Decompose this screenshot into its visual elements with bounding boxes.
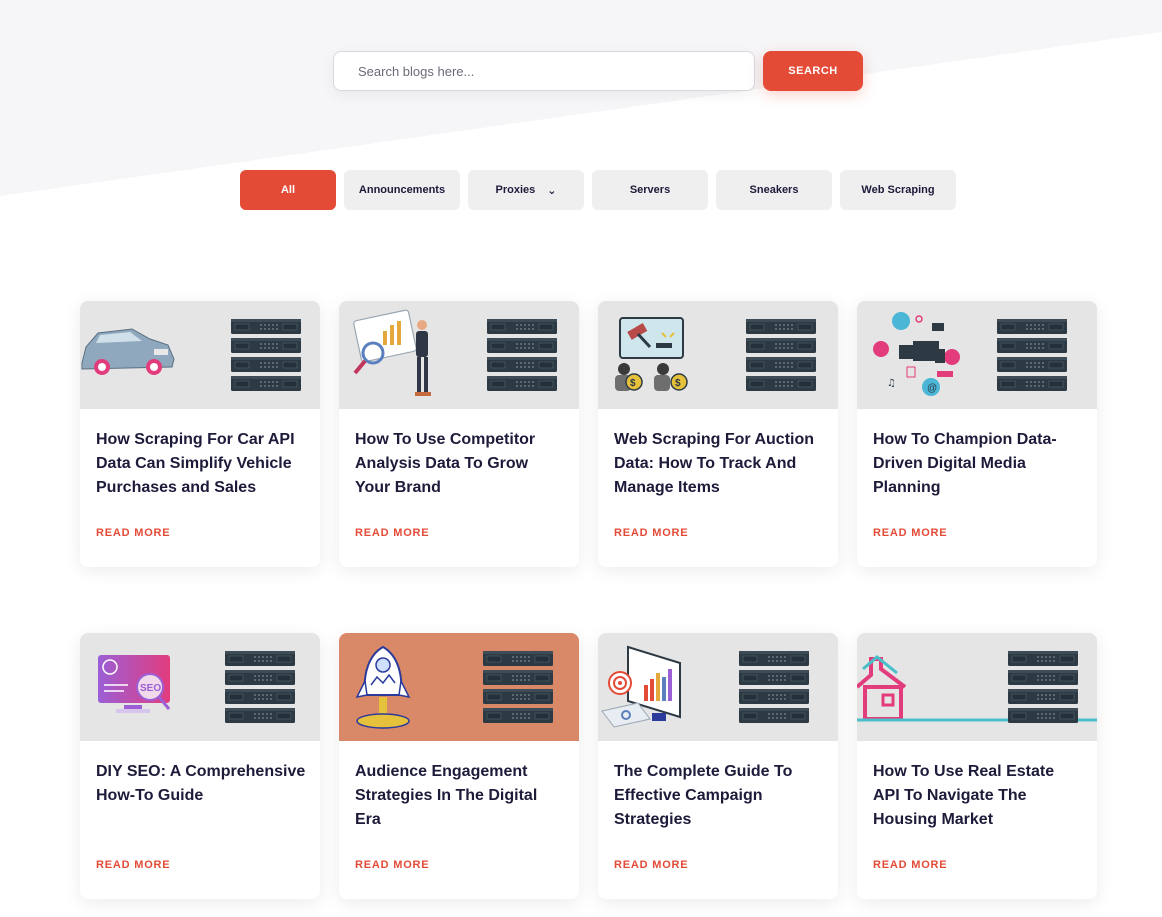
blog-thumbnail: @ ♫ <box>857 301 1097 409</box>
blog-thumbnail <box>339 301 579 409</box>
filter-proxies[interactable]: Proxies ⌄ <box>468 170 584 210</box>
blog-title[interactable]: Web Scraping For Auction Data: How To Tr… <box>614 428 824 500</box>
car-icon <box>81 328 175 375</box>
filter-web-scraping[interactable]: Web Scraping <box>840 170 956 210</box>
blog-title[interactable]: How To Use Real Estate API To Navigate T… <box>873 760 1083 832</box>
digital-media-icon: @ ♫ <box>873 312 960 396</box>
blog-card[interactable]: How To Use Real Estate API To Navigate T… <box>857 633 1097 899</box>
blog-thumbnail <box>857 633 1097 741</box>
blog-thumbnail <box>598 633 838 741</box>
rocket-icon <box>355 645 411 729</box>
server-icon <box>224 650 296 724</box>
read-more-link[interactable]: READ MORE <box>355 859 429 871</box>
blog-thumbnail <box>80 301 320 409</box>
filter-label: Proxies <box>495 184 536 196</box>
svg-text:SEO: SEO <box>140 683 161 694</box>
read-more-link[interactable]: READ MORE <box>614 859 688 871</box>
filter-all[interactable]: All <box>240 170 336 210</box>
svg-text:@: @ <box>927 383 937 394</box>
server-icon <box>738 650 810 724</box>
category-filters: All Announcements Proxies ⌄ Servers Sneak… <box>240 170 956 210</box>
filter-label: Servers <box>629 184 671 196</box>
filter-label: All <box>280 184 296 196</box>
blog-card[interactable]: The Complete Guide To Effective Campaign… <box>598 633 838 899</box>
analyst-presentation-icon <box>353 309 431 396</box>
filter-servers[interactable]: Servers <box>592 170 708 210</box>
read-more-link[interactable]: READ MORE <box>873 527 947 539</box>
server-icon <box>745 318 817 392</box>
search-input[interactable] <box>333 51 755 91</box>
server-icon <box>996 318 1068 392</box>
svg-text:$: $ <box>630 378 636 389</box>
blog-title[interactable]: How To Use Competitor Analysis Data To G… <box>355 428 565 500</box>
filter-label: Web Scraping <box>861 184 935 196</box>
read-more-link[interactable]: READ MORE <box>355 527 429 539</box>
blog-title[interactable]: The Complete Guide To Effective Campaign… <box>614 760 824 832</box>
blog-title[interactable]: How To Champion Data-Driven Digital Medi… <box>873 428 1083 500</box>
filter-label: Announcements <box>358 184 446 196</box>
blog-title[interactable]: How Scraping For Car API Data Can Simpli… <box>96 428 306 500</box>
campaign-target-icon <box>601 645 681 728</box>
svg-text:♫: ♫ <box>887 378 896 389</box>
blog-card[interactable]: $ $ Web Scraping For Auction Data: How T… <box>598 301 838 567</box>
server-icon <box>482 650 554 724</box>
blog-thumbnail <box>339 633 579 741</box>
auction-gavel-icon: $ $ <box>615 317 688 391</box>
blog-card[interactable]: How Scraping For Car API Data Can Simpli… <box>80 301 320 567</box>
blog-thumbnail: SEO <box>80 633 320 741</box>
blog-thumbnail: $ $ <box>598 301 838 409</box>
server-icon <box>486 318 558 392</box>
blog-grid: How Scraping For Car API Data Can Simpli… <box>80 301 1097 899</box>
search-button[interactable]: SEARCH <box>763 51 863 91</box>
read-more-link[interactable]: READ MORE <box>96 527 170 539</box>
search-bar: SEARCH <box>333 51 863 91</box>
blog-card[interactable]: SEO DIY SEO: A Comprehensive How-To Guid… <box>80 633 320 899</box>
server-icon <box>1007 650 1079 724</box>
seo-monitor-icon: SEO <box>98 655 171 713</box>
read-more-link[interactable]: READ MORE <box>873 859 947 871</box>
chevron-down-icon: ⌄ <box>547 184 557 197</box>
blog-title[interactable]: Audience Engagement Strategies In The Di… <box>355 760 565 832</box>
server-icon <box>230 318 302 392</box>
blog-card[interactable]: Audience Engagement Strategies In The Di… <box>339 633 579 899</box>
svg-text:$: $ <box>675 378 681 389</box>
read-more-link[interactable]: READ MORE <box>614 527 688 539</box>
filter-sneakers[interactable]: Sneakers <box>716 170 832 210</box>
filter-label: Sneakers <box>749 184 799 196</box>
blog-card[interactable]: @ ♫ How To Champion Data-Driven Digital … <box>857 301 1097 567</box>
read-more-link[interactable]: READ MORE <box>96 859 170 871</box>
blog-card[interactable]: How To Use Competitor Analysis Data To G… <box>339 301 579 567</box>
filter-announcements[interactable]: Announcements <box>344 170 460 210</box>
blog-title[interactable]: DIY SEO: A Comprehensive How-To Guide <box>96 760 306 808</box>
